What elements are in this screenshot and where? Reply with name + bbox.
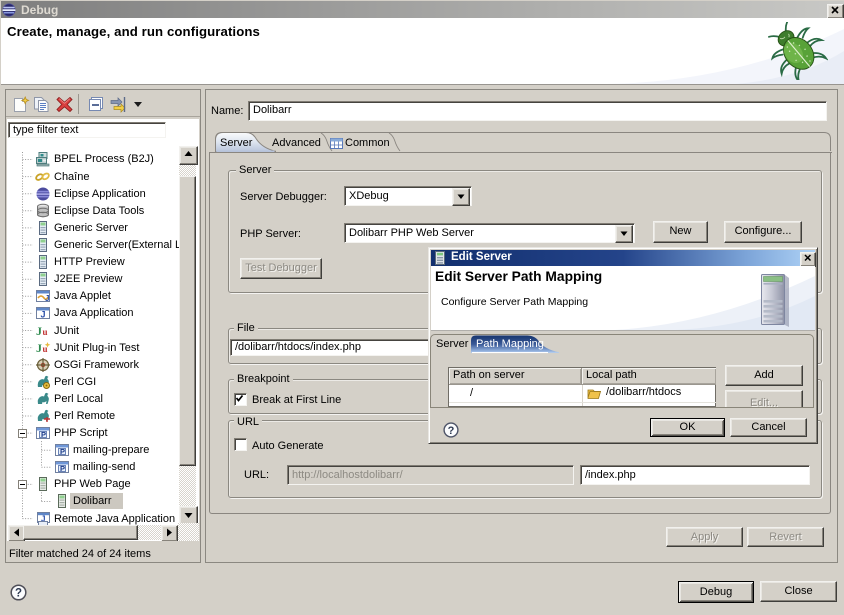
svg-text:?: ?: [15, 587, 22, 599]
svg-text:J: J: [36, 324, 42, 338]
svg-text:P: P: [60, 464, 65, 473]
svg-text:?: ?: [448, 425, 455, 437]
svg-text:J: J: [36, 341, 42, 355]
svg-text:J: J: [45, 294, 49, 303]
svg-text:J: J: [41, 310, 46, 320]
svg-text:u: u: [43, 327, 48, 337]
svg-text:P: P: [41, 430, 46, 439]
svg-text:P: P: [60, 447, 65, 456]
